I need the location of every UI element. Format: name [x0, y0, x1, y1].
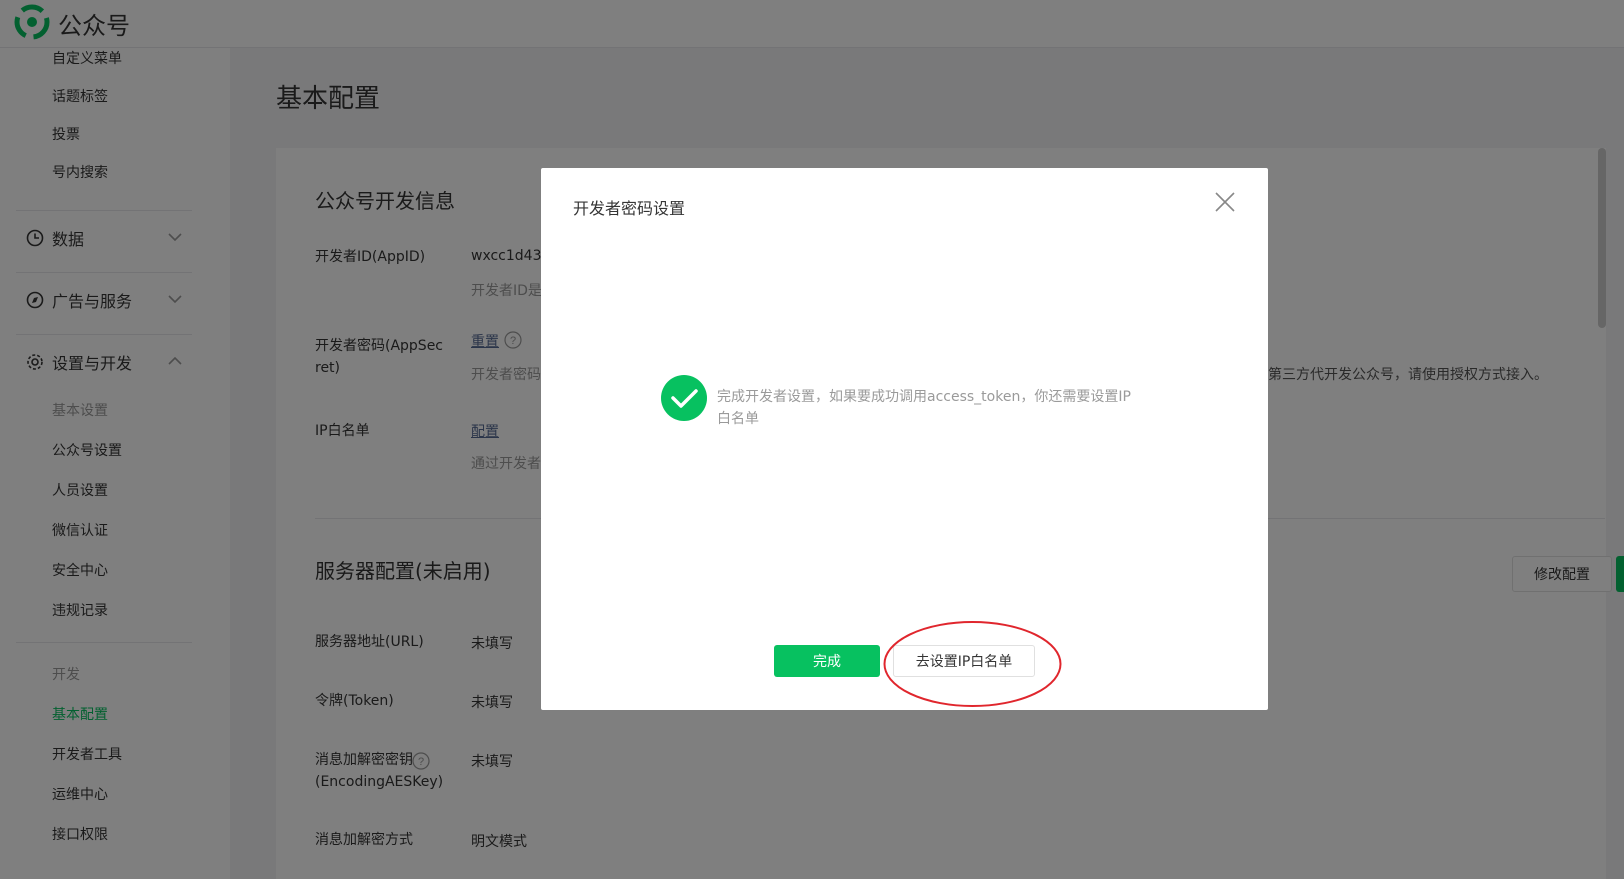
- done-button[interactable]: 完成: [774, 645, 880, 677]
- success-message-line2: 白名单: [717, 411, 759, 427]
- success-check-icon: [661, 375, 707, 421]
- success-message: 完成开发者设置，如果要成功调用access_token，你还需要设置IP 白名单: [717, 386, 1137, 430]
- developer-secret-modal: 开发者密码设置 完成开发者设置，如果要成功调用access_token，你还需要…: [541, 168, 1268, 710]
- success-message-line1: 完成开发者设置，如果要成功调用access_token，你还需要设置IP: [717, 389, 1131, 405]
- annotation-circle: [883, 621, 1062, 707]
- modal-title: 开发者密码设置: [573, 199, 686, 218]
- close-icon[interactable]: [1213, 190, 1237, 214]
